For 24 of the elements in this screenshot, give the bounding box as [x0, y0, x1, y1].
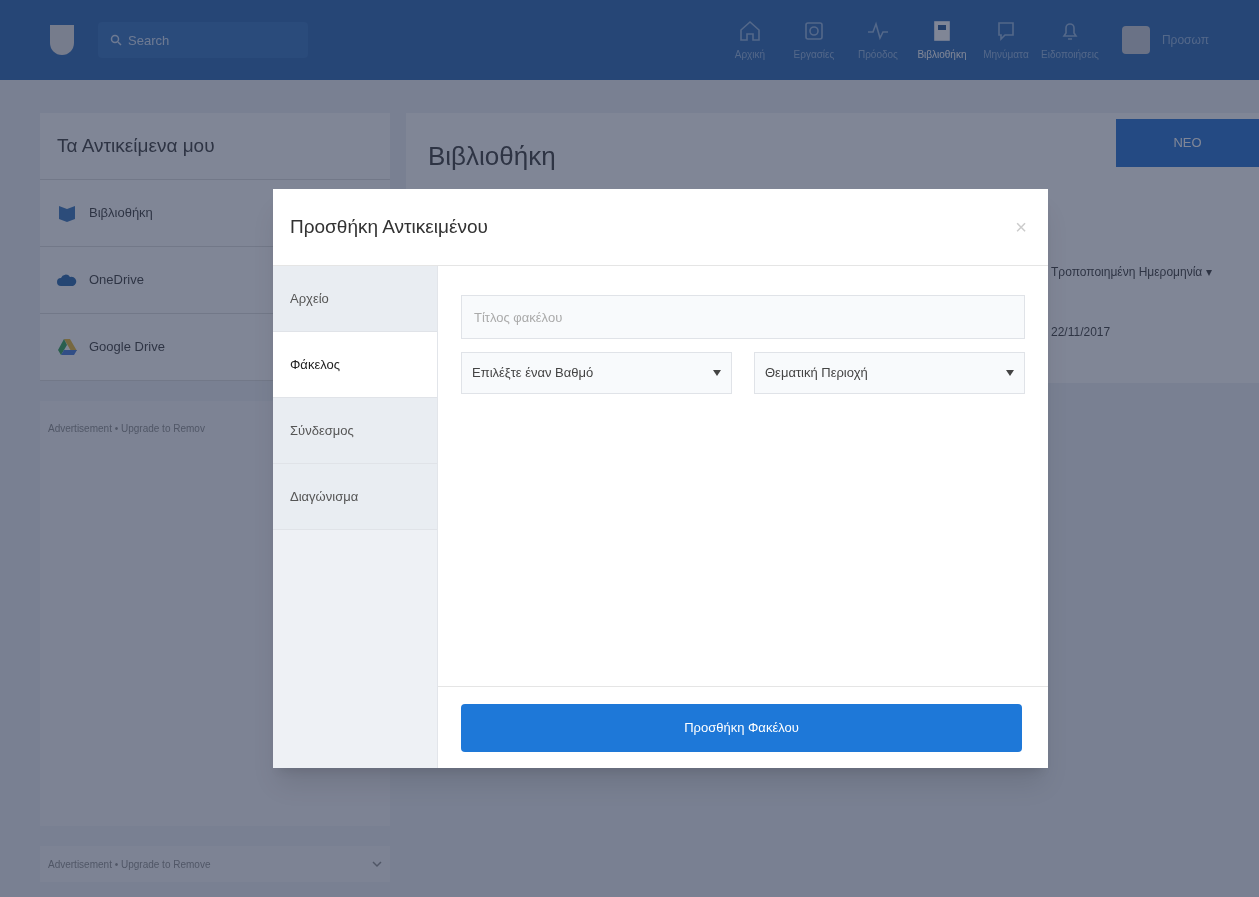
triangle-icon	[57, 338, 77, 356]
add-folder-button[interactable]: Προσθήκη Φακέλου	[461, 703, 1022, 752]
dropdown-select[interactable]: Επιλέξτε έναν Βαθμό	[461, 352, 732, 394]
avatar-icon[interactable]	[1121, 26, 1150, 54]
chevron-icon[interactable]	[372, 860, 382, 868]
sidebar-title: Τα Αντικείμενα μου	[40, 113, 390, 180]
search-field[interactable]: Search	[98, 22, 308, 58]
caret-icon	[1006, 370, 1014, 376]
new-button[interactable]: ΝΕΟ	[1116, 119, 1259, 167]
modal-tab[interactable]: Αρχείο	[273, 266, 437, 332]
dropdown-select[interactable]: Θεματική Περιοχή	[754, 352, 1025, 394]
search-icon	[110, 34, 122, 46]
modal-tab[interactable]: Σύνδεσμος	[273, 398, 437, 464]
date-cell-text: 22/11/2017	[1051, 324, 1112, 341]
folder-title-field[interactable]: Τίτλος φακέλου	[461, 295, 1025, 339]
book-icon	[57, 203, 77, 223]
modal-tab[interactable]: Διαγώνισμα	[273, 464, 437, 530]
home-icon	[737, 18, 762, 43]
page-title: Βιβλιοθήκη	[428, 140, 556, 173]
column-header[interactable]: Τροποποιημένη Ημερομηνία ▾	[1051, 263, 1212, 281]
caret-icon	[713, 370, 721, 376]
nav-tab[interactable]: Βιβλιοθήκη	[913, 0, 970, 80]
cloud-icon	[57, 272, 77, 288]
modal-tab[interactable]: Φάκελος	[273, 332, 437, 398]
